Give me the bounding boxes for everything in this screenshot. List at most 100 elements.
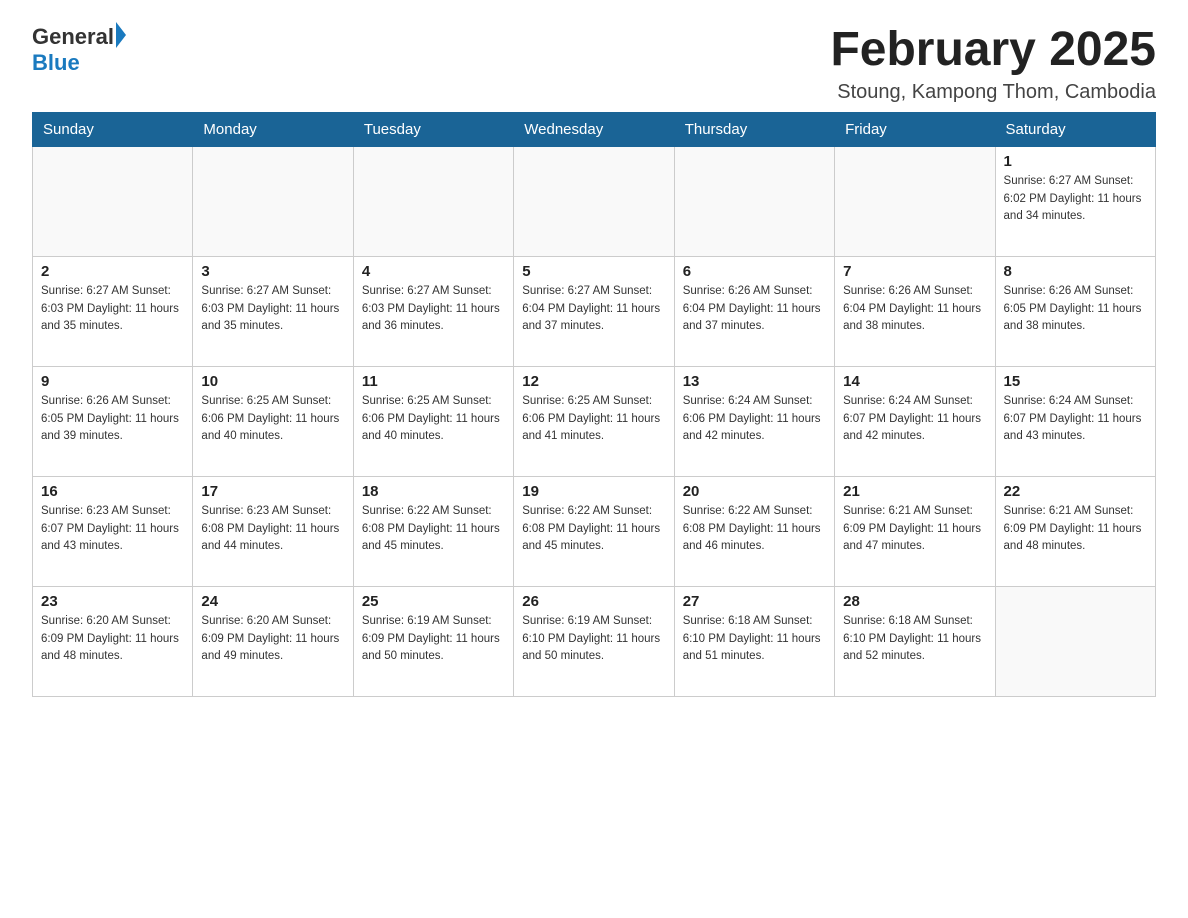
weekday-header-sunday: Sunday <box>33 112 193 146</box>
calendar-cell: 22 Sunrise: 6:21 AM Sunset: 6:09 PM Dayli… <box>995 476 1155 586</box>
calendar-cell: 7 Sunrise: 6:26 AM Sunset: 6:04 PM Daylig… <box>835 256 995 366</box>
calendar-cell: 11 Sunrise: 6:25 AM Sunset: 6:06 PM Dayli… <box>353 366 513 476</box>
weekday-header-friday: Friday <box>835 112 995 146</box>
day-number: 4 <box>362 263 505 280</box>
day-info: Sunrise: 6:27 AM Sunset: 6:03 PM Dayligh… <box>41 283 184 336</box>
day-number: 20 <box>683 483 826 500</box>
weekday-header-saturday: Saturday <box>995 112 1155 146</box>
day-number: 19 <box>522 483 665 500</box>
week-row-3: 9 Sunrise: 6:26 AM Sunset: 6:05 PM Daylig… <box>33 366 1156 476</box>
calendar-table: SundayMondayTuesdayWednesdayThursdayFrid… <box>32 112 1156 697</box>
calendar-cell <box>353 146 513 256</box>
day-info: Sunrise: 6:22 AM Sunset: 6:08 PM Dayligh… <box>522 503 665 556</box>
day-number: 8 <box>1004 263 1147 280</box>
day-info: Sunrise: 6:27 AM Sunset: 6:02 PM Dayligh… <box>1004 173 1147 226</box>
day-info: Sunrise: 6:18 AM Sunset: 6:10 PM Dayligh… <box>843 613 986 666</box>
calendar-cell: 10Sunrise: 6:25 AM Sunset: 6:06 PM Dayli… <box>193 366 353 476</box>
calendar-cell: 12Sunrise: 6:25 AM Sunset: 6:06 PM Dayli… <box>514 366 674 476</box>
day-info: Sunrise: 6:27 AM Sunset: 6:04 PM Dayligh… <box>522 283 665 336</box>
day-info: Sunrise: 6:24 AM Sunset: 6:06 PM Dayligh… <box>683 393 826 446</box>
calendar-cell <box>193 146 353 256</box>
calendar-cell <box>33 146 193 256</box>
title-block: February 2025 Stoung, Kampong Thom, Camb… <box>830 24 1156 104</box>
day-info: Sunrise: 6:19 AM Sunset: 6:09 PM Dayligh… <box>362 613 505 666</box>
day-number: 5 <box>522 263 665 280</box>
day-number: 6 <box>683 263 826 280</box>
calendar-cell: 9 Sunrise: 6:26 AM Sunset: 6:05 PM Daylig… <box>33 366 193 476</box>
day-info: Sunrise: 6:21 AM Sunset: 6:09 PM Dayligh… <box>843 503 986 556</box>
day-number: 25 <box>362 593 505 610</box>
day-number: 18 <box>362 483 505 500</box>
day-info: Sunrise: 6:22 AM Sunset: 6:08 PM Dayligh… <box>683 503 826 556</box>
day-info: Sunrise: 6:24 AM Sunset: 6:07 PM Dayligh… <box>1004 393 1147 446</box>
day-number: 22 <box>1004 483 1147 500</box>
calendar-cell: 19 Sunrise: 6:22 AM Sunset: 6:08 PM Dayli… <box>514 476 674 586</box>
calendar-cell: 28 Sunrise: 6:18 AM Sunset: 6:10 PM Dayli… <box>835 586 995 696</box>
calendar-cell: 24 Sunrise: 6:20 AM Sunset: 6:09 PM Dayli… <box>193 586 353 696</box>
week-row-2: 2 Sunrise: 6:27 AM Sunset: 6:03 PM Daylig… <box>33 256 1156 366</box>
calendar-cell <box>835 146 995 256</box>
calendar-cell: 3Sunrise: 6:27 AM Sunset: 6:03 PM Daylig… <box>193 256 353 366</box>
calendar-cell: 21 Sunrise: 6:21 AM Sunset: 6:09 PM Dayli… <box>835 476 995 586</box>
day-number: 15 <box>1004 373 1147 390</box>
calendar-cell: 20 Sunrise: 6:22 AM Sunset: 6:08 PM Dayli… <box>674 476 834 586</box>
calendar-cell: 2 Sunrise: 6:27 AM Sunset: 6:03 PM Daylig… <box>33 256 193 366</box>
day-info: Sunrise: 6:25 AM Sunset: 6:06 PM Dayligh… <box>522 393 665 446</box>
calendar-cell: 6 Sunrise: 6:26 AM Sunset: 6:04 PM Daylig… <box>674 256 834 366</box>
day-info: Sunrise: 6:20 AM Sunset: 6:09 PM Dayligh… <box>41 613 184 666</box>
day-info: Sunrise: 6:26 AM Sunset: 6:04 PM Dayligh… <box>683 283 826 336</box>
weekday-header-wednesday: Wednesday <box>514 112 674 146</box>
calendar-cell <box>995 586 1155 696</box>
day-number: 24 <box>201 593 344 610</box>
calendar-cell <box>674 146 834 256</box>
day-number: 16 <box>41 483 184 500</box>
calendar-cell: 4Sunrise: 6:27 AM Sunset: 6:03 PM Daylig… <box>353 256 513 366</box>
calendar-cell: 5 Sunrise: 6:27 AM Sunset: 6:04 PM Daylig… <box>514 256 674 366</box>
day-number: 10 <box>201 373 344 390</box>
calendar-cell: 14 Sunrise: 6:24 AM Sunset: 6:07 PM Dayli… <box>835 366 995 476</box>
calendar-cell: 1 Sunrise: 6:27 AM Sunset: 6:02 PM Daylig… <box>995 146 1155 256</box>
week-row-4: 16 Sunrise: 6:23 AM Sunset: 6:07 PM Dayli… <box>33 476 1156 586</box>
day-info: Sunrise: 6:21 AM Sunset: 6:09 PM Dayligh… <box>1004 503 1147 556</box>
day-number: 23 <box>41 593 184 610</box>
calendar-cell: 27 Sunrise: 6:18 AM Sunset: 6:10 PM Dayli… <box>674 586 834 696</box>
day-number: 27 <box>683 593 826 610</box>
week-row-5: 23 Sunrise: 6:20 AM Sunset: 6:09 PM Dayli… <box>33 586 1156 696</box>
calendar-cell: 15 Sunrise: 6:24 AM Sunset: 6:07 PM Dayli… <box>995 366 1155 476</box>
day-number: 17 <box>201 483 344 500</box>
day-info: Sunrise: 6:22 AM Sunset: 6:08 PM Dayligh… <box>362 503 505 556</box>
calendar-cell: 17 Sunrise: 6:23 AM Sunset: 6:08 PM Dayli… <box>193 476 353 586</box>
day-info: Sunrise: 6:18 AM Sunset: 6:10 PM Dayligh… <box>683 613 826 666</box>
logo-blue-text: Blue <box>32 50 126 76</box>
day-info: Sunrise: 6:23 AM Sunset: 6:07 PM Dayligh… <box>41 503 184 556</box>
weekday-header-monday: Monday <box>193 112 353 146</box>
day-info: Sunrise: 6:24 AM Sunset: 6:07 PM Dayligh… <box>843 393 986 446</box>
weekday-header-thursday: Thursday <box>674 112 834 146</box>
weekday-header-tuesday: Tuesday <box>353 112 513 146</box>
logo-general-text: General <box>32 24 114 50</box>
logo: General Blue <box>32 24 126 76</box>
day-number: 3 <box>201 263 344 280</box>
day-number: 14 <box>843 373 986 390</box>
day-number: 21 <box>843 483 986 500</box>
day-number: 1 <box>1004 153 1147 170</box>
day-number: 7 <box>843 263 986 280</box>
main-title: February 2025 <box>830 24 1156 77</box>
day-info: Sunrise: 6:26 AM Sunset: 6:05 PM Dayligh… <box>41 393 184 446</box>
day-number: 11 <box>362 373 505 390</box>
calendar-cell: 23 Sunrise: 6:20 AM Sunset: 6:09 PM Dayli… <box>33 586 193 696</box>
day-number: 13 <box>683 373 826 390</box>
calendar-cell: 16 Sunrise: 6:23 AM Sunset: 6:07 PM Dayli… <box>33 476 193 586</box>
week-row-1: 1 Sunrise: 6:27 AM Sunset: 6:02 PM Daylig… <box>33 146 1156 256</box>
calendar-cell: 13 Sunrise: 6:24 AM Sunset: 6:06 PM Dayli… <box>674 366 834 476</box>
day-number: 28 <box>843 593 986 610</box>
day-number: 2 <box>41 263 184 280</box>
day-info: Sunrise: 6:25 AM Sunset: 6:06 PM Dayligh… <box>362 393 505 446</box>
day-info: Sunrise: 6:23 AM Sunset: 6:08 PM Dayligh… <box>201 503 344 556</box>
weekday-header-row: SundayMondayTuesdayWednesdayThursdayFrid… <box>33 112 1156 146</box>
day-info: Sunrise: 6:26 AM Sunset: 6:04 PM Dayligh… <box>843 283 986 336</box>
day-info: Sunrise: 6:20 AM Sunset: 6:09 PM Dayligh… <box>201 613 344 666</box>
logo-arrow-icon <box>116 22 126 48</box>
day-number: 9 <box>41 373 184 390</box>
day-number: 26 <box>522 593 665 610</box>
